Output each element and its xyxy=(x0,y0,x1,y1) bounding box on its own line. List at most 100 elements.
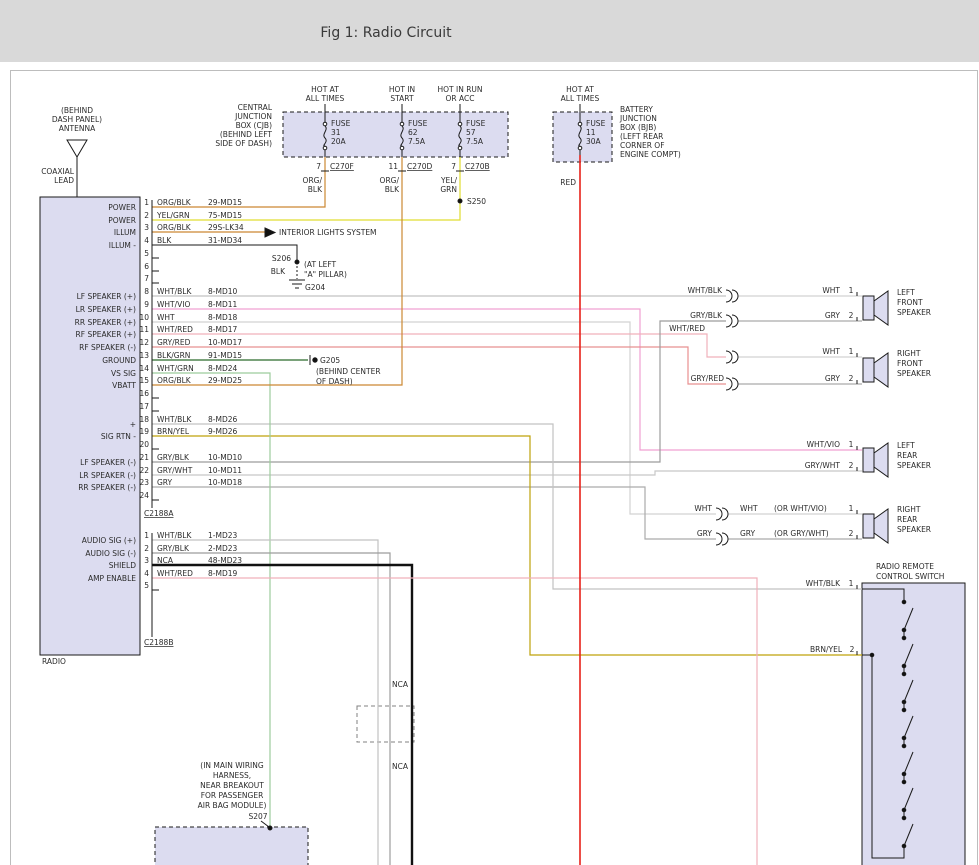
hot-label: OR ACC xyxy=(446,94,475,103)
remote-switch-box xyxy=(862,583,965,865)
hot-label: HOT IN xyxy=(389,85,415,94)
radio-pin-label: VBATT xyxy=(112,381,136,390)
speaker-pin: 2 xyxy=(849,461,854,470)
speaker-name: RIGHT xyxy=(897,349,921,358)
splice-s207-dot xyxy=(268,826,272,830)
speaker-pin: 2 xyxy=(849,374,854,383)
pin-number: 13 xyxy=(139,351,149,360)
radio-pin-label: RR SPEAKER (+) xyxy=(75,318,136,327)
speaker-pin: 1 xyxy=(849,440,854,449)
wire-color-label: WHT/VIO xyxy=(157,300,191,309)
fuse-number: 11 xyxy=(586,128,596,137)
bjb-label: ENGINE COMPT) xyxy=(620,150,681,159)
fuse-number: 57 xyxy=(466,128,476,137)
wire-color-label: ORG/BLK xyxy=(157,376,192,385)
connector-link-c270d[interactable]: C270D xyxy=(407,162,433,171)
wire-color-label: GRY xyxy=(825,311,841,320)
wire-color-label: WHT/RED xyxy=(157,569,193,578)
radio-pin-label: ILLUM xyxy=(114,228,136,237)
pin-number: 3 xyxy=(144,556,149,565)
location-note: HARNESS, xyxy=(213,771,251,780)
location-note: (AT LEFT xyxy=(304,260,337,269)
fuse-name: FUSE xyxy=(331,119,351,128)
hot-label: HOT AT xyxy=(566,85,594,94)
wire-color-label: BRN/YEL xyxy=(810,645,843,654)
pin-number: 20 xyxy=(139,440,149,449)
wire-color-label: GRY/WHT xyxy=(805,461,841,470)
radio-pin-label: LR SPEAKER (+) xyxy=(76,305,136,314)
antenna-label: ANTENNA xyxy=(59,124,96,133)
radio-pin-label: LF SPEAKER (+) xyxy=(77,292,136,301)
wire-color-label: GRY xyxy=(697,529,713,538)
nca-label: NCA xyxy=(392,762,409,771)
wire-color-label: BLK xyxy=(271,267,286,276)
speaker-name: LEFT xyxy=(897,441,915,450)
pin-number: 4 xyxy=(144,236,149,245)
circuit-number: 1-MD23 xyxy=(208,531,237,540)
wire-color-label: BLK xyxy=(308,185,323,194)
radio-pin-label: LF SPEAKER (-) xyxy=(80,458,136,467)
pin-number: 9 xyxy=(144,300,149,309)
wire-color-label: WHT/RED xyxy=(669,324,705,333)
ground-label: G205 xyxy=(320,356,340,365)
fuse-amps: 7.5A xyxy=(408,137,426,146)
location-note: DASH PANEL) xyxy=(52,115,102,124)
radio-pin-label: SIG RTN - xyxy=(101,432,136,441)
connector-link-c2188b[interactable]: C2188B xyxy=(144,638,173,647)
wire-color-label: GRY/BLK xyxy=(157,544,190,553)
hot-label: HOT IN RUN xyxy=(437,85,482,94)
wire-color-label: WHT/VIO xyxy=(807,440,841,449)
wire-color-label: WHT/RED xyxy=(157,325,193,334)
wire-color-label: YEL/ xyxy=(440,176,457,185)
fuse-amps: 30A xyxy=(586,137,602,146)
wire-color-label: RED xyxy=(560,178,576,187)
location-note: OF DASH) xyxy=(316,377,353,386)
wire-color-label: GRY/WHT xyxy=(157,466,193,475)
speaker-name: FRONT xyxy=(897,359,923,368)
wire-color-label: WHT/BLK xyxy=(806,579,841,588)
pin-number: 5 xyxy=(144,581,149,590)
pin-number: 3 xyxy=(144,223,149,232)
speaker-name: REAR xyxy=(897,451,917,460)
pin-number: 7 xyxy=(144,274,149,283)
circuit-number: 48-MD23 xyxy=(208,556,242,565)
pin-number: 2 xyxy=(144,211,149,220)
circuit-number: 8-MD18 xyxy=(208,313,237,322)
bjb-label: BATTERY xyxy=(620,105,653,114)
circuit-number: 29S-LK34 xyxy=(208,223,244,232)
cjb-label: (BEHIND LEFT xyxy=(220,130,273,139)
circuit-number: 10-MD11 xyxy=(208,466,242,475)
circuit-number: 2-MD23 xyxy=(208,544,237,553)
coax-label: LEAD xyxy=(54,176,74,185)
radio-label: RADIO xyxy=(42,657,66,666)
pin-number: 16 xyxy=(139,389,149,398)
wire-color-label: GRY xyxy=(157,478,173,487)
speaker-name: FRONT xyxy=(897,298,923,307)
radio-pin-label: RR SPEAKER (-) xyxy=(78,483,136,492)
pin-number: 14 xyxy=(139,364,149,373)
splice-label: S250 xyxy=(467,197,486,206)
pin-number: 23 xyxy=(139,478,149,487)
splice-label: S206 xyxy=(272,254,291,263)
fuse-number: 62 xyxy=(408,128,418,137)
bjb-label: JUNCTION xyxy=(619,114,657,123)
location-note: NEAR BREAKOUT xyxy=(200,781,264,790)
speaker-name: RIGHT xyxy=(897,505,921,514)
wire-color-label: ORG/BLK xyxy=(157,198,192,207)
splice-s250-dot xyxy=(458,199,462,203)
speaker-name: SPEAKER xyxy=(897,308,931,317)
wire-color-label: WHT xyxy=(740,504,758,513)
circuit-number: 91-MD15 xyxy=(208,351,242,360)
pin-number: 8 xyxy=(144,287,149,296)
pin-number: 12 xyxy=(139,338,149,347)
wire-color-label: NCA xyxy=(157,556,174,565)
speaker-name: LEFT xyxy=(897,288,915,297)
radio-box xyxy=(40,197,140,655)
wire-color-label: WHT/BLK xyxy=(157,287,192,296)
connector-link-c270b[interactable]: C270B xyxy=(465,162,490,171)
connector-link-c270f[interactable]: C270F xyxy=(330,162,354,171)
hot-label: ALL TIMES xyxy=(561,94,600,103)
wire-color-label: WHT/BLK xyxy=(157,415,192,424)
radio-pin-label: RF SPEAKER (-) xyxy=(79,343,136,352)
connector-link-c2188a[interactable]: C2188A xyxy=(144,509,174,518)
